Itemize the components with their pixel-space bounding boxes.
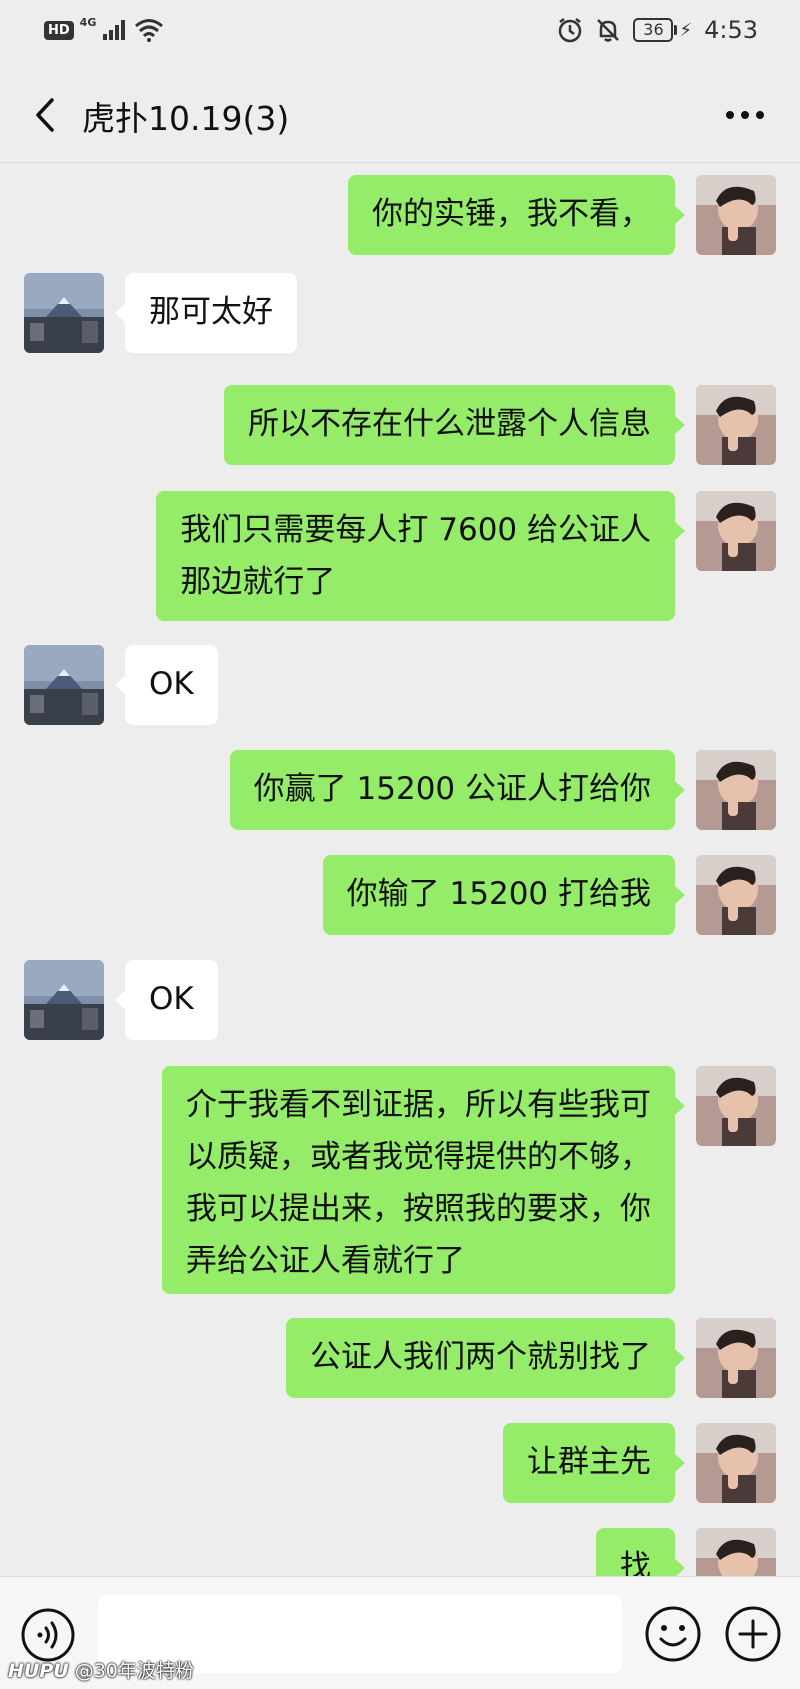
chat-title: 虎扑10.19(3) <box>82 99 290 138</box>
message-bubble-sent[interactable]: 所以不存在什么泄露个人信息 <box>224 385 685 465</box>
more-dots-icon <box>726 111 764 119</box>
avatar-image <box>24 645 104 725</box>
message-bubble-received[interactable]: OK <box>115 645 218 725</box>
my-avatar[interactable] <box>696 750 776 830</box>
contact-avatar[interactable] <box>24 960 104 1040</box>
message-bubble-sent[interactable]: 我们只需要每人打 7600 给公证人 那边就行了 <box>156 491 685 621</box>
alarm-icon <box>559 18 582 43</box>
avatar-image <box>696 1066 776 1146</box>
status-bar: HD 4G 36 ⚡ 4:53 <box>0 0 800 66</box>
avatar-image <box>24 273 104 353</box>
signal-icon <box>103 20 126 40</box>
message-bubble-sent[interactable]: 你的实锤，我不看， <box>348 175 685 255</box>
my-avatar[interactable] <box>696 855 776 935</box>
avatar-image <box>24 960 104 1040</box>
avatar-image <box>696 750 776 830</box>
avatar-image <box>696 175 776 255</box>
status-time: 4:53 <box>704 16 758 44</box>
hd-badge: HD <box>44 20 74 40</box>
message-bubble-sent[interactable]: 公证人我们两个就别找了 <box>286 1318 685 1398</box>
my-avatar[interactable] <box>696 1528 776 1576</box>
my-avatar[interactable] <box>696 385 776 465</box>
battery-level: 36 <box>633 18 674 42</box>
my-avatar[interactable] <box>696 1066 776 1146</box>
watermark: HUPU @30年波特粉 <box>8 1656 194 1683</box>
avatar-image <box>696 855 776 935</box>
charging-icon: ⚡ <box>679 19 693 41</box>
emoji-icon <box>645 1606 701 1662</box>
voice-button[interactable] <box>20 1607 76 1663</box>
message-bubble-sent[interactable]: 你赢了 15200 公证人打给你 <box>229 750 686 830</box>
battery-icon: 36 ⚡ <box>633 18 692 42</box>
voice-icon <box>21 1608 75 1662</box>
watermark-user: @30年波特粉 <box>74 1660 194 1682</box>
network-type: 4G <box>79 15 97 29</box>
more-functions-button[interactable] <box>724 1605 782 1663</box>
emoji-button[interactable] <box>644 1605 702 1663</box>
chat-header: 虎扑10.19(3) <box>0 66 800 163</box>
message-bubble-received[interactable]: 那可太好 <box>115 273 297 353</box>
my-avatar[interactable] <box>696 1318 776 1398</box>
message-bubble-sent[interactable]: 找 <box>596 1528 685 1576</box>
message-bubble-received[interactable]: OK <box>115 960 218 1040</box>
message-list[interactable]: 你的实锤，我不看， 那可太好 所以不存在什么泄露个人信息 我们只需要每人打 76… <box>0 163 800 1576</box>
message-bubble-sent[interactable]: 介于我看不到证据，所以有些我可 以质疑，或者我觉得提供的不够， 我可以提出来，按… <box>162 1066 685 1294</box>
avatar-image <box>696 1528 776 1576</box>
avatar-image <box>696 1423 776 1503</box>
plus-icon <box>725 1606 781 1662</box>
chat-screen: HD 4G 36 ⚡ 4:53 虎扑10.19(3) 你的实锤，我不看， 那可太… <box>0 0 800 1689</box>
contact-avatar[interactable] <box>24 273 104 353</box>
watermark-brand: HUPU <box>8 1660 69 1682</box>
contact-avatar[interactable] <box>24 645 104 725</box>
message-bubble-sent[interactable]: 让群主先 <box>503 1423 685 1503</box>
mute-icon <box>597 19 620 42</box>
my-avatar[interactable] <box>696 491 776 571</box>
avatar-image <box>696 1318 776 1398</box>
avatar-image <box>696 491 776 571</box>
my-avatar[interactable] <box>696 1423 776 1503</box>
back-button[interactable] <box>22 92 68 138</box>
more-button[interactable] <box>720 92 770 138</box>
chevron-left-icon <box>36 98 54 132</box>
my-avatar[interactable] <box>696 175 776 255</box>
avatar-image <box>696 385 776 465</box>
message-bubble-sent[interactable]: 你输了 15200 打给我 <box>322 855 686 935</box>
wifi-icon <box>135 19 164 42</box>
